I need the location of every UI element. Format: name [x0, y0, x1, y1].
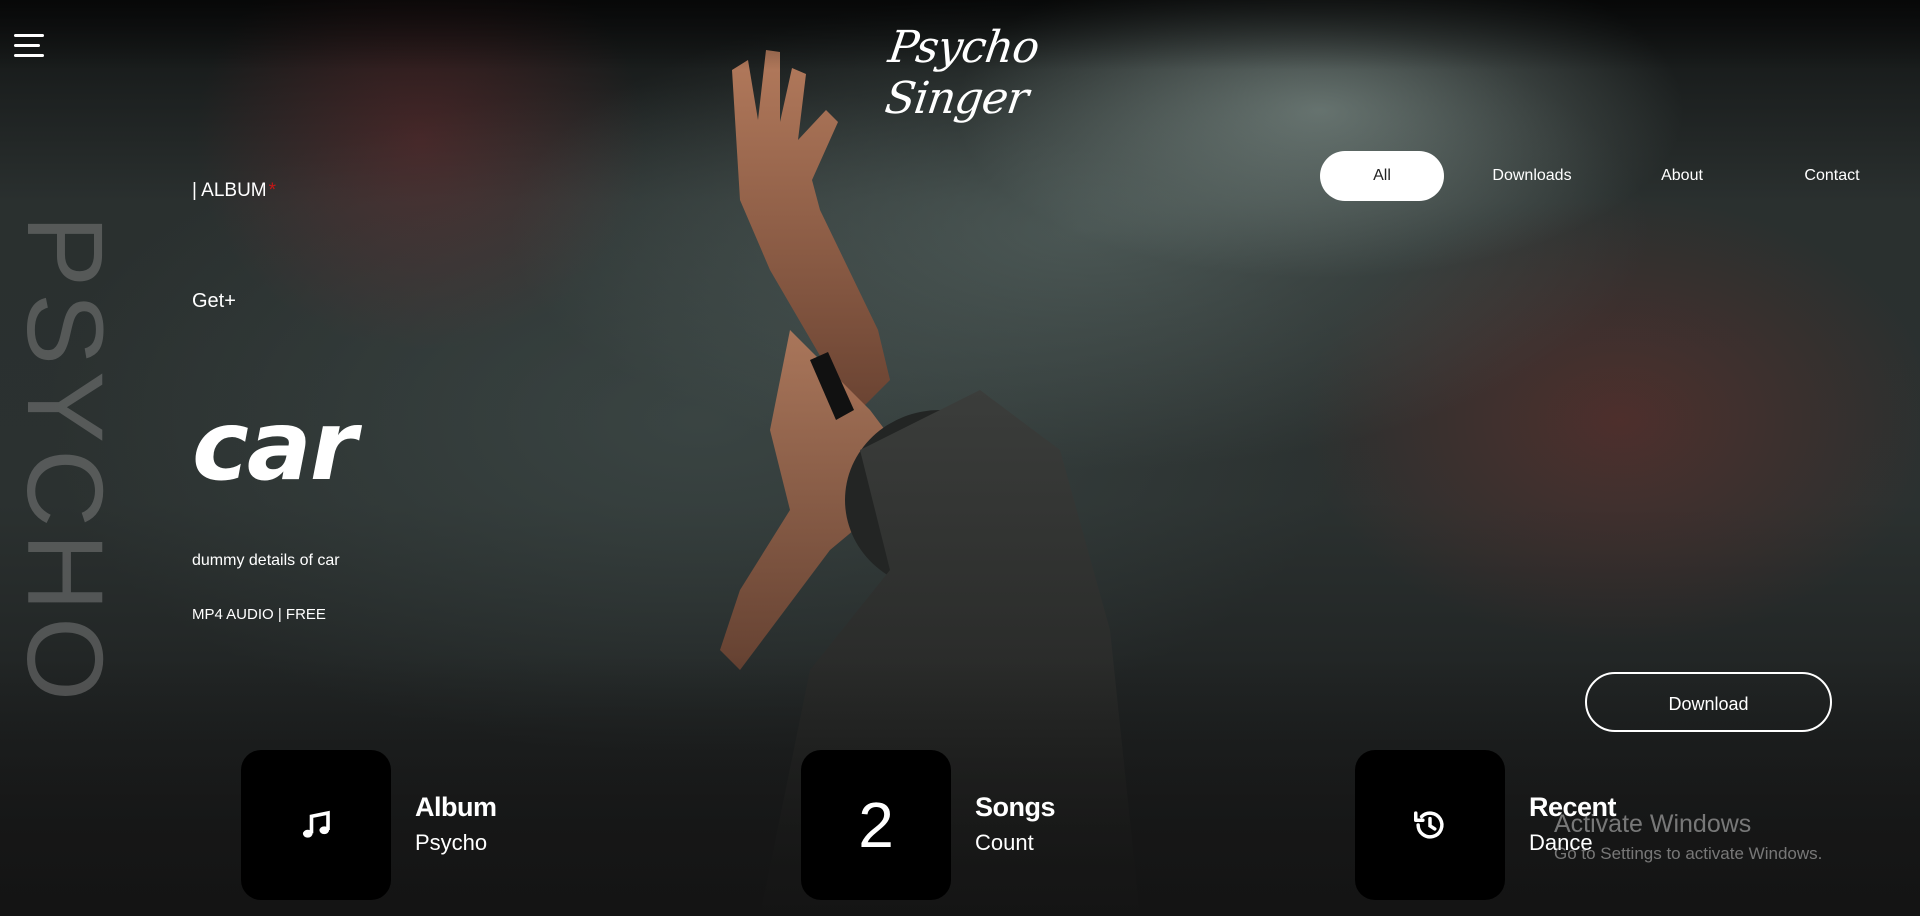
- nav-item-contact[interactable]: Contact: [1770, 151, 1894, 201]
- album-tag-star: *: [268, 180, 277, 201]
- album-card[interactable]: [241, 750, 391, 900]
- history-icon: [1414, 811, 1444, 839]
- songs-count-value: 2: [858, 789, 894, 861]
- songs-card-label: Songs: [975, 792, 1056, 822]
- download-button[interactable]: Download: [1585, 672, 1832, 732]
- hero-background: PSYCHO Psycho Singer All Downloads About…: [0, 0, 1920, 916]
- album-card-label: Album: [415, 792, 497, 822]
- song-title: car: [192, 390, 357, 502]
- nav-item-downloads[interactable]: Downloads: [1470, 151, 1594, 201]
- hamburger-menu-icon[interactable]: [14, 34, 44, 60]
- songs-card-sub: Count: [975, 830, 1034, 855]
- music-note-icon: [302, 810, 330, 838]
- album-tag-label: | ALBUM: [192, 180, 267, 201]
- songs-card[interactable]: 2: [801, 750, 951, 900]
- nav-item-all[interactable]: All: [1320, 151, 1444, 201]
- windows-activation-title: Activate Windows: [1554, 810, 1752, 838]
- windows-activation-subtitle: Go to Settings to activate Windows.: [1554, 844, 1823, 863]
- album-tag: | ALBUM *: [192, 180, 276, 202]
- album-card-sub: Psycho: [415, 830, 488, 855]
- recent-card[interactable]: [1355, 750, 1505, 900]
- site-logo[interactable]: Psycho Singer: [833, 22, 1087, 124]
- nav-item-about[interactable]: About: [1620, 151, 1744, 201]
- song-description: dummy details of car: [192, 552, 340, 569]
- song-meta: MP4 AUDIO | FREE: [192, 606, 326, 623]
- main-nav: All Downloads About Contact: [1320, 151, 1880, 201]
- vertical-background-word: PSYCHO: [5, 215, 126, 708]
- getplus-label: Get+: [192, 290, 236, 312]
